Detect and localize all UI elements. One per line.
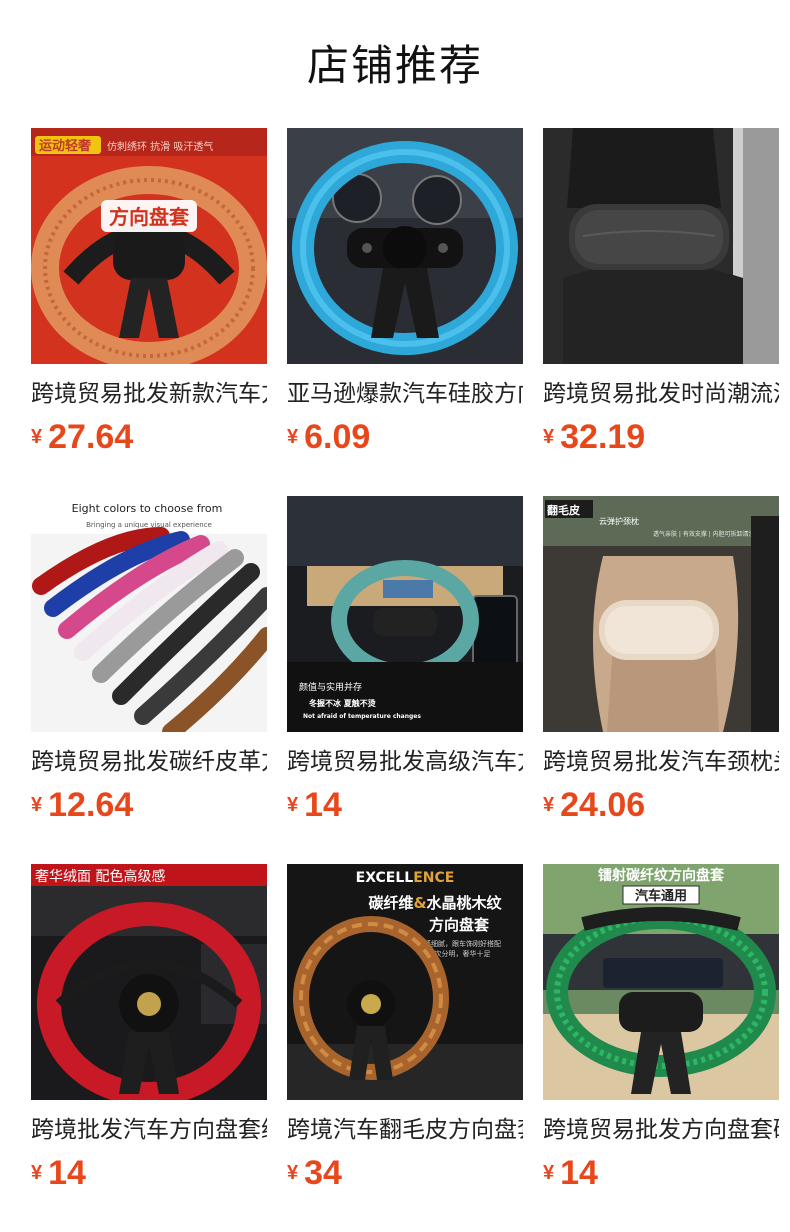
currency-symbol: ¥ [31, 794, 43, 816]
steering-wheel-cover-image[interactable]: 镭射碳纤纹方向盘套 汽车通用 [543, 864, 779, 1100]
product-grid: 运动轻奢 仿刺绣环 抗滑 吸汗透气 方向盘套 跨境贸易批发新款汽车方向盘套 ¥2… [31, 128, 781, 1232]
product-price: ¥14 [287, 786, 342, 826]
image-headline: 镭射碳纤纹方向盘套 [598, 867, 724, 884]
product-image-9: 镭射碳纤纹方向盘套 汽车通用 [543, 864, 779, 1100]
product-image-4: Eight colors to choose from Bringing a u… [31, 496, 267, 732]
product-card[interactable]: 奢华绒面 配色高级感 跨境批发汽车方向盘套绒面 ¥14 [31, 864, 267, 1232]
product-image-1: 运动轻奢 仿刺绣环 抗滑 吸汗透气 方向盘套 [31, 128, 267, 364]
image-tag: 汽车通用 [635, 888, 687, 904]
price-amount: 14 [560, 1154, 598, 1192]
product-image-6: 翻毛皮 云弹护颈枕 透气亲肤 | 有效支撑 | 内胆可拆卸清洗 [543, 496, 779, 732]
product-title[interactable]: 跨境贸易批发高级汽车方向盘套 [287, 745, 523, 779]
product-price: ¥34 [287, 1154, 342, 1194]
price-amount: 27.64 [48, 418, 134, 456]
product-card[interactable]: Eight colors to choose from Bringing a u… [31, 496, 267, 864]
product-image-7: 奢华绒面 配色高级感 [31, 864, 267, 1100]
image-tagline: 仿刺绣环 抗滑 吸汗透气 [107, 140, 213, 153]
steering-wheel-cover-image[interactable] [287, 128, 523, 364]
price-amount: 14 [304, 786, 342, 824]
price-amount: 6.09 [304, 418, 371, 456]
product-card[interactable]: 跨境贸易批发时尚潮流汽车头枕 ¥32.19 [543, 128, 779, 496]
headrest-pillow-image[interactable] [543, 128, 779, 364]
image-headline: Eight colors to choose from [72, 502, 223, 515]
steering-wheel-cover-image[interactable]: 运动轻奢 仿刺绣环 抗滑 吸汗透气 方向盘套 [31, 128, 267, 364]
product-price: ¥12.64 [31, 786, 133, 826]
product-title[interactable]: 跨境贸易批发方向盘套碳纤维 [543, 1113, 779, 1147]
product-image-3 [543, 128, 779, 364]
product-image-2 [287, 128, 523, 364]
currency-symbol: ¥ [287, 426, 299, 448]
currency-symbol: ¥ [31, 426, 43, 448]
product-image-5: 颜值与实用并存 冬握不冰 夏触不烫 Not afraid of temperat… [287, 496, 523, 732]
price-amount: 32.19 [560, 418, 646, 456]
price-amount: 34 [304, 1154, 342, 1192]
image-banner: 奢华绒面 配色高级感 [35, 868, 165, 885]
product-title[interactable]: 跨境贸易批发汽车颈枕头枕 [543, 745, 779, 779]
image-line1: 碳纤维&水晶桃木纹 [368, 894, 502, 912]
product-title[interactable]: 跨境贸易批发新款汽车方向盘套 [31, 377, 267, 411]
steering-wheel-cover-image[interactable]: 奢华绒面 配色高级感 [31, 864, 267, 1100]
product-price: ¥24.06 [543, 786, 645, 826]
price-amount: 14 [48, 1154, 86, 1192]
image-brand: EXCELLENCE [356, 870, 455, 886]
product-price: ¥32.19 [543, 418, 645, 458]
store-recommendations-page: 店铺推荐 运动轻奢 仿刺绣环 抗滑 吸汗透气 方向盘套 跨境贸易批发新款汽车 ¥… [0, 0, 790, 1232]
product-price: ¥14 [543, 1154, 598, 1194]
price-amount: 12.64 [48, 786, 134, 824]
image-headline: 方向盘套 [109, 205, 189, 229]
currency-symbol: ¥ [287, 1162, 299, 1184]
product-title[interactable]: 跨境批发汽车方向盘套绒面 [31, 1113, 267, 1147]
image-subline: 透气亲肤 | 有效支撑 | 内胆可拆卸清洗 [653, 530, 755, 538]
product-card[interactable]: EXCELLENCE 碳纤维&水晶桃木纹 方向盘套 质感细腻，跟车饰刚好搭配 层… [287, 864, 523, 1232]
price-amount: 24.06 [560, 786, 646, 824]
product-card[interactable]: 亚马逊爆款汽车硅胶方向盘套 ¥6.09 [287, 128, 523, 496]
image-tagline: 云弹护颈枕 [599, 516, 639, 526]
product-price: ¥6.09 [287, 418, 370, 458]
page-title: 店铺推荐 [306, 41, 483, 90]
currency-symbol: ¥ [543, 794, 555, 816]
product-card[interactable]: 运动轻奢 仿刺绣环 抗滑 吸汗透气 方向盘套 跨境贸易批发新款汽车方向盘套 ¥2… [31, 128, 267, 496]
image-line2: 冬握不冰 夏触不烫 [309, 698, 377, 708]
currency-symbol: ¥ [543, 1162, 555, 1184]
product-card[interactable]: 颜值与实用并存 冬握不冰 夏触不烫 Not afraid of temperat… [287, 496, 523, 864]
image-badge: 翻毛皮 [547, 503, 580, 517]
product-price: ¥14 [31, 1154, 86, 1194]
product-card[interactable]: 镭射碳纤纹方向盘套 汽车通用 跨境贸易批发方向盘套碳纤维 ¥14 [543, 864, 779, 1232]
product-card[interactable]: 翻毛皮 云弹护颈枕 透气亲肤 | 有效支撑 | 内胆可拆卸清洗 跨境贸易批发汽车… [543, 496, 779, 864]
currency-symbol: ¥ [31, 1162, 43, 1184]
image-badge: 运动轻奢 [39, 138, 92, 154]
product-title[interactable]: 亚马逊爆款汽车硅胶方向盘套 [287, 377, 523, 411]
product-image-8: EXCELLENCE 碳纤维&水晶桃木纹 方向盘套 质感细腻，跟车饰刚好搭配 层… [287, 864, 523, 1100]
steering-wheel-cover-image[interactable]: 颜值与实用并存 冬握不冰 夏触不烫 Not afraid of temperat… [287, 496, 523, 732]
wood-steering-wheel-image[interactable]: EXCELLENCE 碳纤维&水晶桃木纹 方向盘套 质感细腻，跟车饰刚好搭配 层… [287, 864, 523, 1100]
carbon-fiber-covers-image[interactable]: Eight colors to choose from Bringing a u… [31, 496, 267, 732]
image-line3: Not afraid of temperature changes [303, 713, 421, 720]
product-title[interactable]: 跨境贸易批发时尚潮流汽车头枕 [543, 377, 779, 411]
product-title[interactable]: 跨境汽车翻毛皮方向盘套 [287, 1113, 523, 1147]
neck-pillow-image[interactable]: 翻毛皮 云弹护颈枕 透气亲肤 | 有效支撑 | 内胆可拆卸清洗 [543, 496, 779, 732]
product-price: ¥27.64 [31, 418, 133, 458]
product-title[interactable]: 跨境贸易批发碳纤皮革方向盘套 [31, 745, 267, 779]
image-line2: 方向盘套 [429, 916, 490, 934]
image-line1: 颜值与实用并存 [299, 681, 362, 693]
currency-symbol: ¥ [287, 794, 299, 816]
currency-symbol: ¥ [543, 426, 555, 448]
